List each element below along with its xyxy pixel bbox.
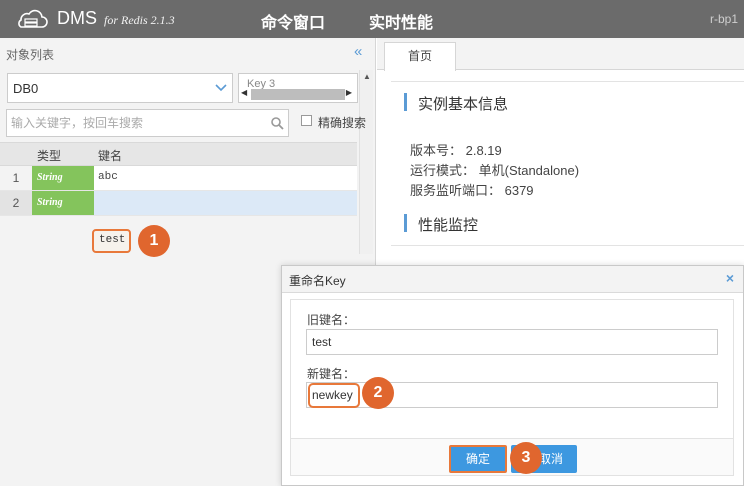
key-name-text: test xyxy=(99,234,126,246)
confirm-button[interactable]: 确定 xyxy=(449,445,507,473)
app-version: for Redis 2.1.3 xyxy=(104,13,175,27)
scroll-right-arrow-icon[interactable]: ▶ xyxy=(346,88,352,97)
app-window: DMS for Redis 2.1.3 命令窗口 实时性能 r-bp1 对象列表… xyxy=(0,0,744,486)
exact-search-checkbox[interactable] xyxy=(301,115,312,126)
scroll-left-arrow-icon[interactable]: ◀ xyxy=(241,88,247,97)
section-title-performance: 性能监控 xyxy=(418,217,479,234)
dialog-header: 重命名Key × xyxy=(282,266,743,293)
step-marker-1: 1 xyxy=(138,225,170,257)
row-number: 2 xyxy=(0,191,32,215)
cloud-server-icon xyxy=(18,9,48,28)
top-bar: DMS for Redis 2.1.3 命令窗口 实时性能 r-bp1 xyxy=(0,0,744,38)
key-horizontal-scroll[interactable]: Key 3 ◀ ▶ xyxy=(238,73,358,103)
table-row[interactable]: 1 String abc xyxy=(0,166,357,191)
section-marker xyxy=(404,214,407,232)
info-run-mode: 运行模式： 单机(Standalone) xyxy=(410,163,580,178)
step-marker-3: 3 xyxy=(510,442,542,474)
close-icon[interactable]: × xyxy=(726,270,734,286)
old-key-field[interactable] xyxy=(306,329,718,355)
scroll-thumb[interactable] xyxy=(251,89,345,100)
database-select-value: DB0 xyxy=(13,81,39,96)
column-header-type: 类型 xyxy=(37,149,62,163)
section-title-instance-info: 实例基本信息 xyxy=(418,96,509,113)
search-icon[interactable] xyxy=(270,116,284,130)
chevron-down-icon xyxy=(215,84,227,92)
column-header-key: 键名 xyxy=(98,149,123,163)
info-listen-port: 服务监听端口： 6379 xyxy=(410,183,534,198)
divider xyxy=(391,245,744,246)
key-name-cell-highlighted[interactable]: test xyxy=(92,229,131,253)
info-version: 版本号： 2.8.19 xyxy=(410,143,502,158)
key-table-header: 类型 键名 xyxy=(0,142,357,166)
table-row-selected[interactable]: 2 String xyxy=(0,191,357,216)
step-marker-2: 2 xyxy=(362,377,394,409)
new-key-label: 新键名： xyxy=(307,367,356,381)
old-key-label: 旧键名： xyxy=(307,313,356,327)
app-title: DMS xyxy=(57,8,97,28)
tab-strip: 首页 xyxy=(377,38,744,71)
dialog-title: 重命名Key xyxy=(289,274,346,288)
section-marker xyxy=(404,93,407,111)
key-name-cell[interactable]: abc xyxy=(98,171,118,183)
new-key-highlight xyxy=(308,383,360,408)
nav-command-window[interactable]: 命令窗口 xyxy=(261,9,325,33)
divider xyxy=(391,81,744,82)
search-box[interactable] xyxy=(6,109,289,137)
type-badge: String xyxy=(32,191,94,215)
search-input[interactable] xyxy=(11,114,261,132)
nav-realtime-performance[interactable]: 实时性能 xyxy=(369,9,433,33)
instance-id: r-bp1 xyxy=(710,12,739,26)
scroll-up-arrow-icon[interactable]: ▲ xyxy=(363,72,371,81)
exact-search-label: 精确搜索 xyxy=(318,116,367,130)
type-badge: String xyxy=(32,166,94,190)
panel-title: 对象列表 xyxy=(6,48,55,62)
collapse-left-icon[interactable]: « xyxy=(354,43,362,60)
row-number: 1 xyxy=(0,166,32,190)
vertical-scrollbar[interactable]: ▲ xyxy=(359,70,373,254)
old-key-input[interactable] xyxy=(312,334,707,350)
tab-home[interactable]: 首页 xyxy=(384,42,456,71)
database-select[interactable]: DB0 xyxy=(7,73,233,103)
